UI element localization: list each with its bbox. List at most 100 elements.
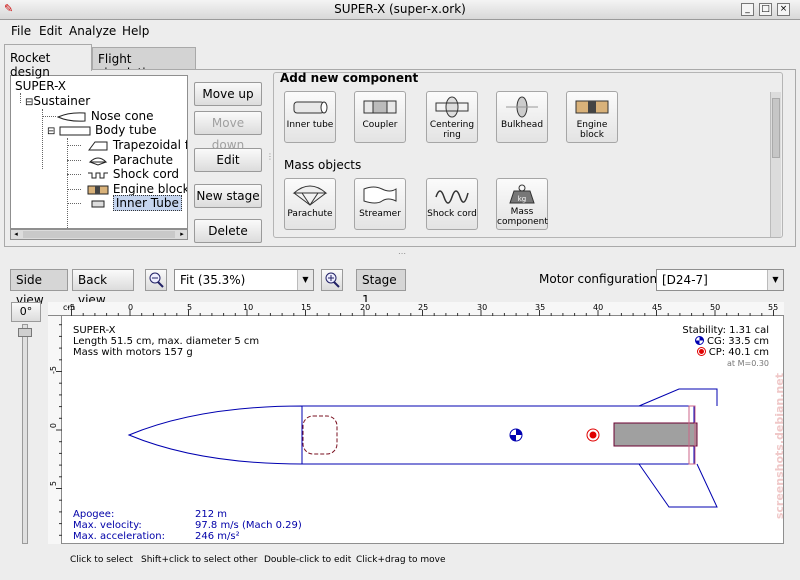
hint-shift-click: Shift+click to select other: [141, 555, 258, 565]
menu-file[interactable]: File: [11, 24, 31, 38]
cp-marker: [586, 428, 600, 442]
rotation-slider-thumb[interactable]: [18, 328, 32, 337]
chevron-down-icon[interactable]: ▼: [297, 270, 313, 290]
rocket-mass: Mass with motors 157 g: [73, 347, 193, 358]
hint-click: Click to select: [70, 555, 133, 565]
tree-item-fins[interactable]: Trapezoidal fi: [87, 138, 187, 152]
rotation-angle-field[interactable]: 0°: [11, 302, 41, 322]
max-acceleration-label: Max. acceleration:: [73, 531, 166, 542]
add-shock-cord-button[interactable]: Shock cord: [426, 178, 478, 230]
add-centering-ring-button[interactable]: Centering ring: [426, 91, 478, 143]
max-velocity-label: Max. velocity:: [73, 520, 142, 531]
tree-item-shock-cord[interactable]: Shock cord: [87, 167, 179, 181]
stage-1-toggle[interactable]: Stage 1: [356, 269, 406, 307]
component-tree[interactable]: SUPER-X ⊟Sustainer Nose cone ⊟ Body tube…: [10, 75, 188, 229]
tree-item-inner-tube[interactable]: Inner Tube: [87, 195, 182, 211]
engine-block-icon: [575, 100, 609, 114]
ruler-label-45: 45: [652, 303, 663, 312]
rotation-slider[interactable]: [22, 324, 28, 544]
tree-item-parachute[interactable]: Parachute: [87, 153, 173, 167]
fin-top-outline: [638, 388, 718, 407]
title-bar: ✎ SUPER-X (super-x.ork) _ □ ×: [0, 0, 800, 20]
coupler-icon: [363, 100, 397, 114]
move-down-button[interactable]: Move down: [194, 111, 262, 152]
ruler-label-0: 0: [128, 303, 134, 312]
add-streamer-button[interactable]: Streamer: [354, 178, 406, 230]
scroll-thumb[interactable]: [23, 231, 175, 238]
ruler-label-25: 25: [418, 303, 429, 312]
move-up-button[interactable]: Move up: [194, 82, 262, 106]
parachute-outline: [302, 415, 338, 455]
minimize-button[interactable]: _: [741, 3, 754, 16]
mass-objects-title: Mass objects: [284, 158, 362, 172]
menu-edit[interactable]: Edit: [39, 24, 62, 38]
chevron-down-icon[interactable]: ▼: [767, 270, 783, 290]
bulkhead-icon: [506, 96, 538, 118]
scroll-right-icon[interactable]: ▸: [177, 230, 187, 239]
ruler-label-35: 35: [535, 303, 546, 312]
vertical-ruler-ticks: [56, 324, 62, 536]
horizontal-ruler: cm -5 0 5 10 15 20 25 30 35 40 45 50 55: [48, 302, 784, 316]
zoom-out-button[interactable]: [145, 269, 167, 291]
close-button[interactable]: ×: [777, 3, 790, 16]
zoom-select[interactable]: Fit (35.3%) ▼: [174, 269, 314, 291]
edit-button[interactable]: Edit: [194, 148, 262, 172]
inner-tube-icon: [91, 200, 105, 207]
add-inner-tube-button[interactable]: Inner tube: [284, 91, 336, 143]
add-component-panel: Add new component Inner tube Coupler Cen…: [273, 71, 783, 238]
splitter-handle-icon[interactable]: ⋯: [398, 249, 406, 258]
body-tube-icon: [59, 126, 91, 135]
ruler-label-30: 30: [477, 303, 488, 312]
menu-bar: File Edit Analyze Help: [0, 20, 800, 42]
tab-flight-simulations[interactable]: Flight simulations: [92, 47, 196, 80]
shock-cord-icon: [88, 172, 108, 178]
nose-cone-outline: [127, 405, 303, 465]
tree-item-engine-block[interactable]: Engine block: [87, 182, 187, 196]
menu-analyze[interactable]: Analyze: [69, 24, 116, 38]
scroll-thumb[interactable]: [772, 98, 780, 158]
add-mass-component-button[interactable]: kg Mass component: [496, 178, 548, 230]
tree-item-body-tube[interactable]: ⊟ Body tube: [47, 123, 156, 137]
scroll-left-icon[interactable]: ◂: [11, 230, 21, 239]
vertical-ruler: -5 0 5: [48, 316, 62, 544]
new-stage-button[interactable]: New stage: [194, 184, 262, 208]
motor-mount: [613, 422, 698, 447]
streamer-icon: [363, 186, 397, 204]
tree-item-rocket[interactable]: SUPER-X: [15, 79, 66, 93]
cp-legend-icon: [696, 347, 706, 356]
back-view-button[interactable]: Back view: [72, 269, 134, 307]
zoom-in-button[interactable]: [321, 269, 343, 291]
add-component-scrollbar[interactable]: [770, 92, 781, 237]
add-bulkhead-button[interactable]: Bulkhead: [496, 91, 548, 143]
tree-item-nose-cone[interactable]: Nose cone: [56, 109, 154, 123]
side-view-button[interactable]: Side view: [10, 269, 68, 307]
menu-help[interactable]: Help: [122, 24, 149, 38]
rocket-figure[interactable]: SUPER-X Length 51.5 cm, max. diameter 5 …: [48, 302, 784, 544]
inner-tube-icon: [293, 101, 328, 114]
motor-configuration-label: Motor configuration:: [539, 272, 662, 286]
vruler-label-5: 5: [49, 481, 58, 487]
motor-configuration-select[interactable]: [D24-7] ▼: [656, 269, 784, 291]
collapse-icon[interactable]: ⊟: [47, 126, 55, 137]
maximize-button[interactable]: □: [759, 3, 772, 16]
rocket-name: SUPER-X: [73, 325, 116, 336]
watermark: screenshots.debian.net: [773, 373, 784, 520]
stability-value: Stability: 1.31 cal: [682, 325, 769, 336]
centering-ring-icon: [435, 96, 469, 118]
tree-item-sustainer[interactable]: ⊟Sustainer: [25, 94, 90, 108]
mass-component-icon: kg: [509, 184, 535, 204]
rocket-dimensions: Length 51.5 cm, max. diameter 5 cm: [73, 336, 260, 347]
ruler-label-10: 10: [243, 303, 254, 312]
add-engine-block-button[interactable]: Engine block: [566, 91, 618, 143]
cg-legend-icon: [694, 336, 704, 345]
delete-button[interactable]: Delete: [194, 219, 262, 243]
tree-horizontal-scrollbar[interactable]: ◂ ▸: [10, 229, 188, 240]
vruler-label-m5: -5: [49, 366, 58, 374]
add-parachute-button[interactable]: Parachute: [284, 178, 336, 230]
apogee-value: 212 m: [195, 509, 228, 520]
ruler-label-40: 40: [593, 303, 604, 312]
tab-rocket-design[interactable]: Rocket design: [4, 44, 92, 79]
add-coupler-button[interactable]: Coupler: [354, 91, 406, 143]
parachute-icon: [292, 185, 328, 206]
hint-drag: Click+drag to move: [356, 555, 446, 565]
